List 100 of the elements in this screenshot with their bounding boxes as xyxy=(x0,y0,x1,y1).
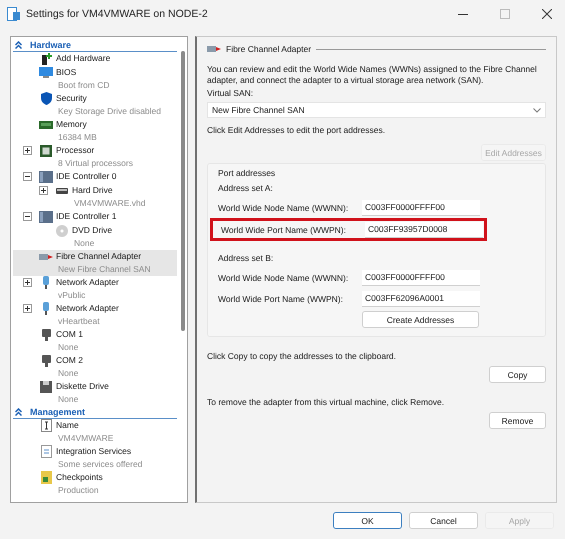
remove-button[interactable]: Remove xyxy=(489,412,546,429)
maximize-icon xyxy=(500,9,510,19)
tree-item-name: Diskette Drive xyxy=(56,380,109,393)
copy-button[interactable]: Copy xyxy=(489,366,546,383)
tree-item[interactable]: Diskette Drive None xyxy=(13,380,177,406)
tree-item[interactable]: BIOS Boot from CD xyxy=(13,66,177,92)
processor-chip-icon xyxy=(38,144,54,157)
tree-item[interactable]: Hard Drive VM4VMWARE.vhd xyxy=(13,184,177,210)
group-title: Port addresses xyxy=(218,168,276,179)
tree-item-name: Integration Services xyxy=(56,445,132,458)
plus-icon xyxy=(25,280,30,285)
expand-toggle[interactable] xyxy=(23,278,32,287)
tree-item-name: Network Adapter xyxy=(56,302,119,315)
field-label: World Wide Port Name (WWPN): xyxy=(221,224,347,234)
tree-item-name: Processor xyxy=(56,144,96,157)
expand-toggle[interactable] xyxy=(39,186,48,195)
monitor-icon xyxy=(38,66,54,79)
expand-toggle[interactable] xyxy=(23,146,32,155)
section-header[interactable]: Hardware xyxy=(13,39,177,52)
adapter-plug-icon xyxy=(207,46,221,52)
tree-item-name: IDE Controller 1 xyxy=(56,210,116,223)
tree-item-detail: None xyxy=(57,367,80,380)
tree-item[interactable]: IDE Controller 1 xyxy=(13,210,177,224)
tree-item-name: Name xyxy=(56,419,80,432)
section-header[interactable]: Management xyxy=(13,406,177,419)
hint-text: Click Copy to copy the addresses to the clipboard. xyxy=(207,351,397,362)
tree-item-name: DVD Drive xyxy=(72,224,112,237)
address-field[interactable]: C003FF93957D0008 xyxy=(365,222,483,238)
dialog-button[interactable]: OK xyxy=(333,512,402,529)
tree-item-name: BIOS xyxy=(56,66,78,79)
intro-text: You can review and edit the World Wide Names (WWNs) assigned to the Fibre Channel adapter, and connect the adapter to a virtual storage area network (SAN). xyxy=(207,64,538,86)
settings-window-icon xyxy=(7,7,20,21)
text-cursor-icon xyxy=(38,419,54,432)
hint-text: Click Edit Addresses to edit the port addresses. xyxy=(207,125,386,136)
tree-item-detail: vHeartbeat xyxy=(57,315,101,328)
panel-title: Fibre Channel Adapter xyxy=(226,44,312,54)
field-label: World Wide Node Name (WWNN): xyxy=(218,202,350,212)
tree-item[interactable]: IDE Controller 0 xyxy=(13,170,177,184)
tree-item[interactable]: Name VM4VMWARE xyxy=(13,419,177,445)
tree-item-detail: Key Storage Drive disabled xyxy=(57,105,162,118)
plus-icon xyxy=(25,148,30,153)
tree-item-name: Fibre Channel Adapter xyxy=(56,250,142,263)
tree-item-name: COM 1 xyxy=(56,328,83,341)
tree-item-detail: VM4VMWARE.vhd xyxy=(73,197,146,210)
tree-item[interactable]: Memory 16384 MB xyxy=(13,118,177,144)
expand-toggle[interactable] xyxy=(23,304,32,313)
tree-item[interactable]: Add Hardware xyxy=(13,52,177,66)
tree-item[interactable]: Fibre Channel Adapter New Fibre Channel SAN xyxy=(13,250,177,276)
address-set-title: Address set A: xyxy=(218,183,274,194)
tree-item[interactable]: Processor 8 Virtual processors xyxy=(13,144,177,170)
address-field[interactable]: C003FF62096A0001 xyxy=(362,290,480,306)
memory-chip-icon xyxy=(38,118,54,131)
address-field[interactable]: C003FF0000FFFF00 xyxy=(362,270,480,286)
tree-item-detail: Some services offered xyxy=(57,458,142,471)
folder-icon xyxy=(38,471,54,484)
tree-item-detail: 8 Virtual processors xyxy=(57,157,133,170)
plus-icon xyxy=(25,306,30,311)
minus-icon xyxy=(25,174,30,179)
tree-item[interactable]: Security Key Storage Drive disabled xyxy=(13,92,177,118)
window-title: Settings for VM4VMWARE on NODE-2 xyxy=(26,8,209,20)
controller-icon xyxy=(38,170,54,183)
tree-item-detail: VM4VMWARE xyxy=(57,432,114,445)
tree-item[interactable]: DVD Drive None xyxy=(13,224,177,250)
shield-icon xyxy=(38,92,54,105)
hint-text: To remove the adapter from this virtual machine, click Remove. xyxy=(207,397,446,408)
address-field[interactable]: C003FF0000FFFF00 xyxy=(362,200,480,216)
tree-item-name: COM 2 xyxy=(56,354,83,367)
tree-item-detail: None xyxy=(57,341,80,354)
plus-icon xyxy=(41,188,46,193)
virtual-san-dropdown[interactable]: New Fibre Channel SAN xyxy=(207,102,546,118)
scrollbar-thumb[interactable] xyxy=(181,51,185,331)
tree-item-name: Memory xyxy=(56,118,88,131)
tree-item-name: Network Adapter xyxy=(56,276,119,289)
tree-item[interactable]: COM 1 None xyxy=(13,328,177,354)
document-icon xyxy=(38,445,54,458)
collapse-toggle[interactable] xyxy=(23,172,32,181)
double-chevron-icon xyxy=(15,41,22,49)
tree-item-detail: None xyxy=(73,237,96,250)
disc-icon xyxy=(54,224,70,237)
create-addresses-button[interactable]: Create Addresses xyxy=(362,311,479,328)
controller-icon xyxy=(38,210,54,223)
tree-item-detail: 16384 MB xyxy=(57,131,97,144)
tree-item-detail: vPublic xyxy=(57,289,86,302)
double-chevron-icon xyxy=(15,408,22,416)
tree-item[interactable]: Network Adapter vHeartbeat xyxy=(13,302,177,328)
tree-item[interactable]: Integration Services Some services offered xyxy=(13,445,177,471)
tree-item[interactable]: COM 2 None xyxy=(13,354,177,380)
tree-item-detail: New Fibre Channel SAN xyxy=(57,263,151,276)
tree-item-detail: Production xyxy=(57,484,100,497)
tree-item-name: Hard Drive xyxy=(72,184,114,197)
tree-item-name: Checkpoints xyxy=(56,471,103,484)
tree-item[interactable]: Network Adapter vPublic xyxy=(13,276,177,302)
tree-item-detail: None xyxy=(57,393,80,406)
dialog-button[interactable]: Cancel xyxy=(409,512,478,529)
tree-item-name: Security xyxy=(56,92,88,105)
field-label: World Wide Node Name (WWNN): xyxy=(218,272,350,282)
collapse-toggle[interactable] xyxy=(23,212,32,221)
dropdown-caret-icon xyxy=(533,108,541,112)
tree-item[interactable]: Checkpoints Production xyxy=(13,471,177,497)
field-label: Virtual SAN: xyxy=(207,88,254,99)
